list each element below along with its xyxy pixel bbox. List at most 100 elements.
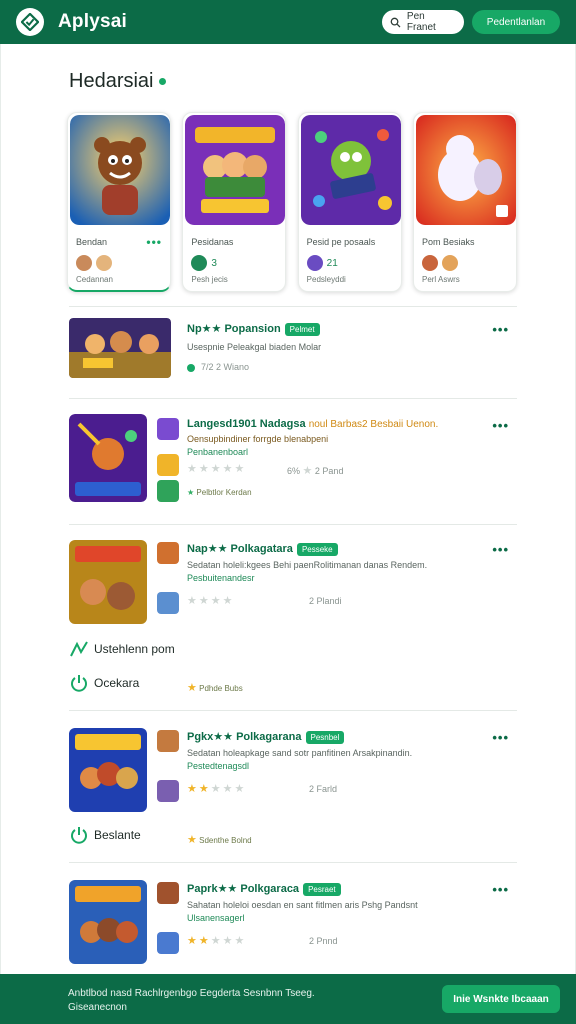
- card-meta-value: 21: [326, 257, 338, 269]
- gesture-icon: [70, 641, 88, 657]
- aside-item-label: Ocekara: [94, 676, 140, 690]
- list-item[interactable]: Nap★★ Polkagatara Pesseke Sedatan holeli:…: [69, 538, 517, 624]
- avatar: [76, 255, 92, 271]
- row-description: Sedatan holeapkage sand sotr panfitinen …: [187, 748, 413, 758]
- row-rating: 2 Pnnd: [309, 936, 338, 946]
- card-meta-value: 3: [211, 257, 217, 269]
- app-icon: [157, 454, 179, 476]
- game-art-bear-hero: [70, 115, 170, 225]
- more-options-icon[interactable]: •••: [492, 730, 509, 745]
- game-art-manias: [185, 115, 286, 225]
- star-icon: ★★: [187, 935, 211, 947]
- aside-tag: ★ Sdenthe Bolnd: [187, 833, 252, 846]
- app-icon: [157, 780, 179, 802]
- row-rating-text: 2 Pand: [314, 466, 344, 476]
- more-options-icon[interactable]: •••: [492, 542, 509, 557]
- row-title: Pgkx★★ Polkagarana Pesnbel: [187, 730, 345, 744]
- more-options-icon[interactable]: •••: [492, 418, 509, 433]
- row-subtitle: Pesbuitenandesr: [187, 573, 255, 583]
- featured-card[interactable]: Bendan ••• Cedannan: [67, 112, 171, 292]
- more-options-icon[interactable]: •••: [146, 235, 162, 249]
- divider: [69, 306, 517, 307]
- aside-item[interactable]: Beslante: [69, 826, 141, 844]
- header-cta-button[interactable]: Pedentlanlan: [472, 10, 560, 34]
- row-title-text: Nap★★ Polkagatara: [187, 543, 293, 555]
- star-rating: ★★★★★: [187, 782, 246, 795]
- row-title: Np★★ Popansion Pelmet: [187, 322, 320, 336]
- aside-item-label: Ustehlenn pom: [94, 642, 175, 656]
- card-subtitle: Pedsleyddi: [306, 275, 346, 284]
- row-title-text: Langesd1901 Nadagsa: [187, 418, 306, 430]
- row-title-text: Np★★ Popansion: [187, 323, 281, 335]
- status-badge: Pesnbel: [305, 730, 345, 744]
- featured-card[interactable]: Pesidanas 3 Pesh jecis: [182, 112, 287, 292]
- game-thumbnail: [69, 880, 147, 964]
- featured-cards: Bendan ••• Cedannan Pesidanas 3 Pesh jec…: [67, 112, 517, 292]
- aside-item[interactable]: Ustehlenn pom: [69, 640, 175, 658]
- footer-text-line: Anbtlbod nasd Rachlrgenbgo Eegderta Sesn…: [68, 988, 315, 999]
- star-icon: ★★: [187, 783, 211, 795]
- footer-action-button[interactable]: Inie Wsnkte Ibcaaan: [442, 985, 560, 1013]
- row-rating-text: 2 Plandi: [309, 596, 342, 606]
- divider: [69, 862, 517, 863]
- app-icon: [157, 882, 179, 904]
- search-icon: [390, 17, 401, 27]
- star-icon: ★★★: [210, 783, 247, 795]
- list-item[interactable]: Langesd1901 Nadagsa noul Barbas2 Besbaii…: [69, 414, 517, 504]
- avatar: [306, 255, 323, 271]
- footer-text: Anbtlbod nasd Rachlrgenbgo Eegderta Sesn…: [68, 987, 315, 1015]
- game-thumbnail: [69, 540, 147, 624]
- list-item[interactable]: Paprk★★ Polkgaraca Pesraet Sahatan holelo…: [69, 878, 517, 964]
- star-icon: ★: [302, 465, 313, 477]
- row-rating: 2 Farld: [309, 784, 337, 794]
- row-description: Sedatan holeli:kgees Behi paenRolitimana…: [187, 560, 428, 570]
- power-icon: [71, 675, 87, 692]
- star-icon: ★: [187, 682, 197, 694]
- app-icon: [157, 480, 179, 502]
- app-logo-icon[interactable]: [16, 8, 44, 36]
- footer-bar: Anbtlbod nasd Rachlrgenbgo Eegderta Sesn…: [0, 974, 576, 1024]
- more-options-icon[interactable]: •••: [492, 882, 509, 897]
- row-rating-text: 2 Farld: [309, 784, 338, 794]
- status-dot-icon: [187, 363, 195, 372]
- list-item[interactable]: Np★★ Popansion Pelmet Usespnie Peleakgal …: [69, 318, 517, 382]
- status-badge: Pesraet: [303, 882, 341, 896]
- list-item[interactable]: Pgkx★★ Polkagarana Pesnbel Sedatan holeap…: [69, 726, 517, 812]
- row-rating: 2 Plandi: [309, 596, 342, 606]
- more-options-icon[interactable]: •••: [492, 322, 509, 337]
- footer-text-line: Giseanecnon: [68, 1002, 127, 1013]
- row-title: Langesd1901 Nadagsa noul Barbas2 Besbaii…: [187, 418, 438, 430]
- row-title: Nap★★ Polkagatara Pesseke: [187, 542, 338, 556]
- divider: [69, 524, 517, 525]
- card-subtitle: Pesh jecis: [191, 275, 228, 284]
- card-name: Pesid pe posaals: [306, 237, 376, 247]
- card-meta: 3: [191, 255, 217, 271]
- card-subtitle: Perl Aswrs: [421, 275, 460, 284]
- featured-section-title: Hedarsiai: [69, 70, 167, 93]
- featured-card[interactable]: Pom Besiaks Perl Aswrs: [412, 112, 517, 292]
- featured-card[interactable]: Pesid pe posaals 21 Pedsleyddi: [297, 112, 402, 292]
- row-title-extra: noul Barbas2 Besbaii Uenon.: [308, 419, 439, 430]
- search-button[interactable]: Pen Franet: [382, 10, 464, 34]
- card-meta: 21: [306, 255, 338, 271]
- aside-tag-text: Sdenthe Bolnd: [199, 836, 252, 845]
- star-icon: ★★★: [210, 935, 247, 947]
- star-icon: ★: [187, 834, 197, 846]
- row-rating-text: 7/2 2 Wiano: [201, 362, 250, 372]
- game-art-white-cat: [415, 115, 516, 225]
- aside-item[interactable]: Ocekara: [69, 674, 139, 692]
- card-meta: [76, 255, 116, 271]
- app-title: Aplysai: [58, 11, 127, 32]
- row-subtitle: Pestedtenagsdl: [187, 761, 250, 771]
- row-title: Paprk★★ Polkgaraca Pesraet: [187, 882, 341, 896]
- top-app-bar: Aplysai Pen Franet Pedentlanlan: [0, 0, 576, 44]
- avatar: [441, 255, 458, 271]
- row-rating-text: 2 Pnnd: [309, 936, 338, 946]
- star-rating: ★★★★★: [187, 462, 246, 475]
- star-icon: ★★★★★: [187, 463, 247, 475]
- status-badge: Pesseke: [296, 542, 338, 556]
- aside-tag: ★ Pdhde Bubs: [187, 681, 243, 694]
- app-icon: [157, 932, 179, 954]
- featured-title-text: Hedarsiai: [69, 70, 154, 92]
- app-icon: [157, 542, 179, 564]
